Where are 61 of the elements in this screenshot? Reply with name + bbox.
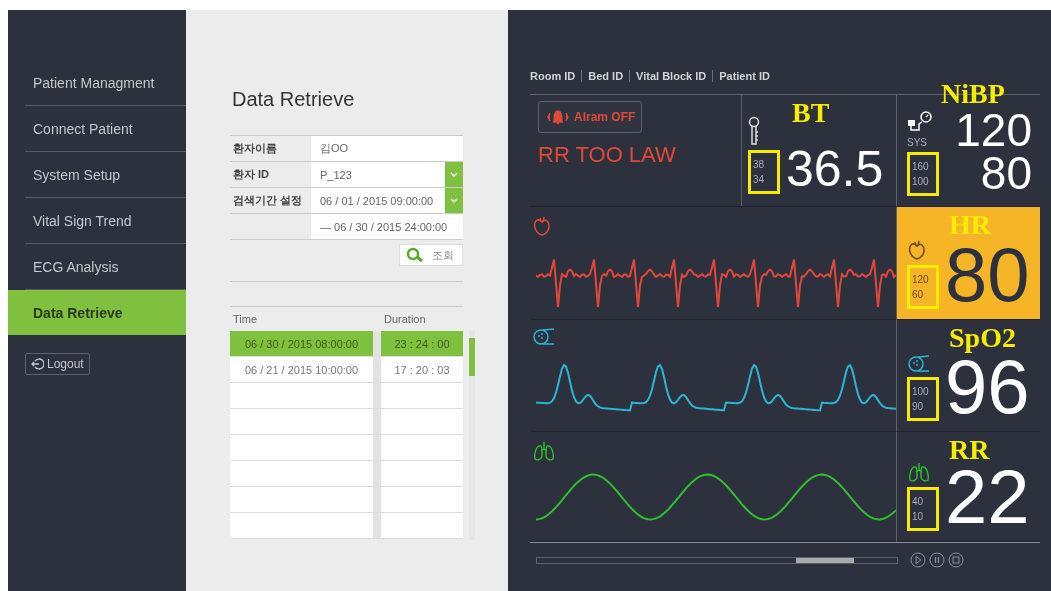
alarm-message: RR TOO LAW (538, 142, 677, 168)
dropdown-field[interactable]: 06 / 01 / 2015 09:00:00 (311, 188, 463, 213)
input-field[interactable]: — 06 / 30 / 2015 24:00:00 (311, 214, 463, 239)
lower-limit: 10 (912, 511, 925, 522)
empty-table-row[interactable] (230, 409, 463, 435)
search-button[interactable]: 조회 (399, 244, 463, 266)
annotation-label: SpO2 (949, 322, 1016, 354)
vital-value: 80 (945, 240, 1030, 309)
lower-limit: 90 (912, 401, 925, 412)
field-label: 검색기간 설정 (232, 193, 304, 208)
sys-label: SYS (907, 137, 927, 148)
id-label: Room ID (530, 70, 576, 82)
scrollbar[interactable] (469, 330, 475, 540)
empty-table-row[interactable] (230, 487, 463, 513)
logout-button[interactable]: Logout (25, 353, 90, 375)
page-title: Data Retrieve (232, 88, 356, 111)
upper-limit: 38 (753, 159, 766, 170)
id-label: Patient ID (719, 70, 770, 82)
diastolic-value: 80 (980, 152, 1032, 196)
field-label: 환자 ID (232, 167, 271, 182)
column-header: Duration (384, 313, 427, 325)
lower-limit: 60 (912, 289, 925, 300)
stop-icon[interactable] (948, 552, 964, 568)
id-label: Bed ID (588, 70, 624, 82)
heart-icon (907, 239, 927, 261)
heart-icon (532, 215, 552, 237)
input-field[interactable]: 김OO (311, 136, 463, 161)
play-icon[interactable] (910, 552, 926, 568)
empty-table-row[interactable] (230, 513, 463, 539)
upper-limit: 120 (912, 274, 930, 285)
systolic-value: 120 (955, 108, 1032, 153)
upper-limit: 100 (912, 386, 930, 397)
sidebar-item[interactable]: Data Retrieve (8, 290, 186, 335)
vital-value: 96 (945, 352, 1030, 421)
id-label: Vital Block ID (636, 70, 707, 82)
playback-scrubber[interactable] (536, 556, 898, 564)
finger-sensor-icon (907, 355, 931, 373)
empty-table-row[interactable] (230, 383, 463, 409)
annotation-label: NiBP (941, 78, 1005, 110)
logout-icon (31, 358, 44, 370)
empty-table-row[interactable] (230, 461, 463, 487)
blood-pressure-cuff-icon (907, 111, 933, 133)
lower-limit: 34 (753, 174, 766, 185)
thermometer-icon (748, 116, 760, 146)
field-label: 환자이름 (232, 141, 278, 156)
empty-table-row[interactable] (230, 435, 463, 461)
dropdown-field[interactable]: P_123 (311, 162, 463, 187)
search-icon (406, 247, 424, 263)
chevron-down-icon (450, 172, 458, 177)
temperature-value: 36.5 (786, 144, 884, 194)
chevron-down-icon (450, 198, 458, 203)
lungs-icon (907, 461, 931, 483)
upper-limit: 40 (912, 496, 925, 507)
pause-icon[interactable] (929, 552, 945, 568)
finger-sensor-icon (532, 328, 556, 346)
lower-limit: 100 (912, 176, 930, 187)
bell-icon (545, 108, 571, 126)
annotation-label: BT (792, 97, 830, 129)
column-header: Time (232, 313, 259, 325)
lungs-icon (532, 440, 556, 462)
upper-limit: 160 (912, 161, 930, 172)
